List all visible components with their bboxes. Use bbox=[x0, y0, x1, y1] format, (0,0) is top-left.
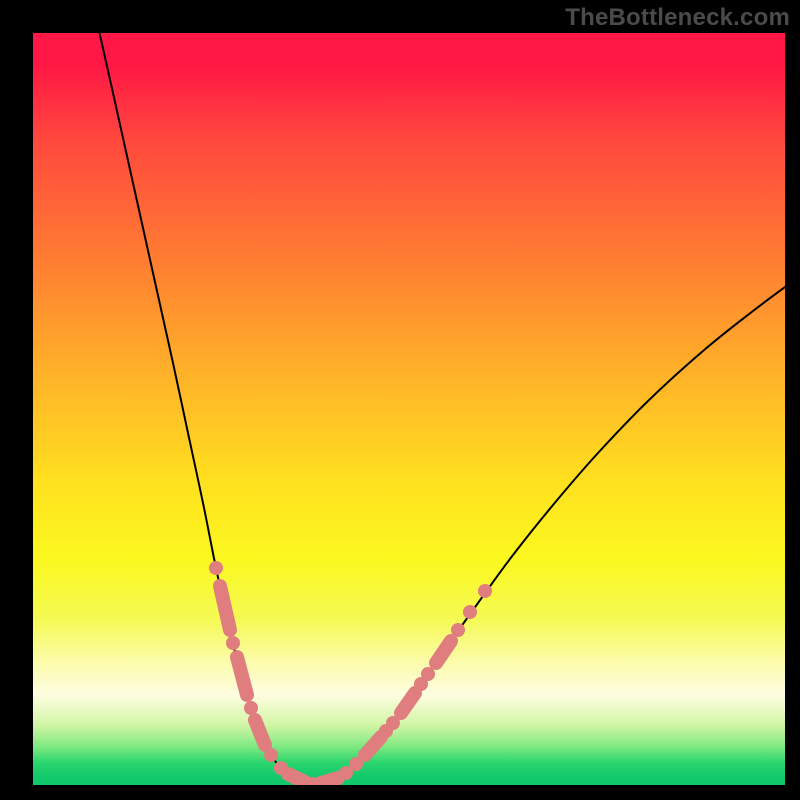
bottleneck-curve bbox=[95, 33, 785, 784]
marker-dash bbox=[365, 737, 381, 755]
marker-dot bbox=[209, 561, 223, 575]
marker-dot bbox=[463, 605, 477, 619]
marker-dot bbox=[226, 636, 240, 650]
curve-layer bbox=[33, 33, 785, 785]
watermark-text: TheBottleneck.com bbox=[565, 4, 790, 32]
marker-dot bbox=[244, 701, 258, 715]
marker-dash bbox=[288, 774, 305, 782]
marker-dot bbox=[451, 623, 465, 637]
marker-dot bbox=[478, 584, 492, 598]
plot-area bbox=[33, 33, 785, 785]
marker-dash bbox=[237, 657, 247, 695]
marker-dash bbox=[220, 586, 230, 630]
chart-frame: TheBottleneck.com bbox=[0, 0, 800, 800]
marker-dash bbox=[255, 720, 265, 745]
marker-dot bbox=[264, 748, 278, 762]
marker-dash bbox=[436, 641, 451, 663]
marker-dash bbox=[401, 693, 415, 713]
curve-markers bbox=[209, 561, 492, 785]
marker-dash bbox=[321, 778, 338, 783]
